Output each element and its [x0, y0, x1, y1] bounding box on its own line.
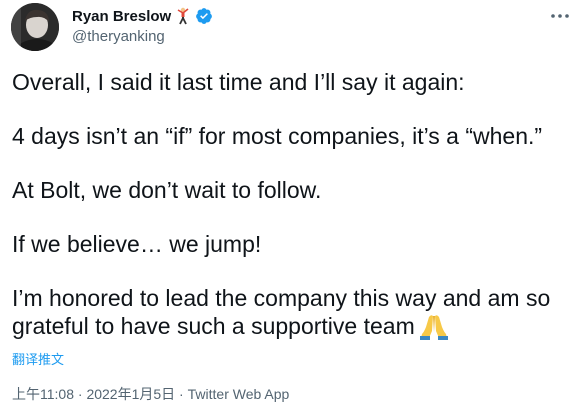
meta-separator: ·: [74, 386, 87, 402]
tweet-metadata: 上午11:08 · 2022年1月5日 · Twitter Web App: [12, 384, 289, 404]
tweet-paragraph: At Bolt, we don’t wait to follow.: [12, 177, 322, 203]
tweet-source[interactable]: Twitter Web App: [188, 386, 290, 402]
verified-badge-icon[interactable]: [195, 7, 213, 25]
tweet-time[interactable]: 上午11:08: [12, 386, 74, 402]
author-handle[interactable]: @theryanking: [72, 28, 165, 45]
meta-separator: ·: [175, 386, 188, 402]
tweet-paragraph: 4 days isn’t an “if” for most companies,…: [12, 123, 543, 149]
translate-tweet-link[interactable]: 翻译推文: [12, 349, 64, 368]
tweet-line: I’m honored to lead the company this way…: [12, 285, 551, 311]
person-climbing-icon: [175, 7, 191, 25]
tweet-paragraph-final: I’m honored to lead the company this way…: [12, 284, 578, 340]
tweet-date[interactable]: 2022年1月5日: [86, 386, 175, 402]
more-horizontal-icon[interactable]: [546, 6, 574, 26]
author-name-row: Ryan Breslow: [72, 6, 213, 26]
author-display-name[interactable]: Ryan Breslow: [72, 8, 171, 25]
folded-hands-icon: [419, 312, 449, 340]
tweet-paragraph: If we believe… we jump!: [12, 231, 262, 257]
avatar-image: [11, 3, 59, 51]
tweet-card: Ryan Breslow @theryanking Overall, I sai…: [0, 0, 584, 410]
tweet-text: Overall, I said it last time and I’ll sa…: [12, 68, 578, 340]
tweet-paragraph: Overall, I said it last time and I’ll sa…: [12, 69, 465, 95]
avatar[interactable]: [11, 3, 59, 51]
tweet-line: grateful to have such a supportive team: [12, 313, 415, 339]
